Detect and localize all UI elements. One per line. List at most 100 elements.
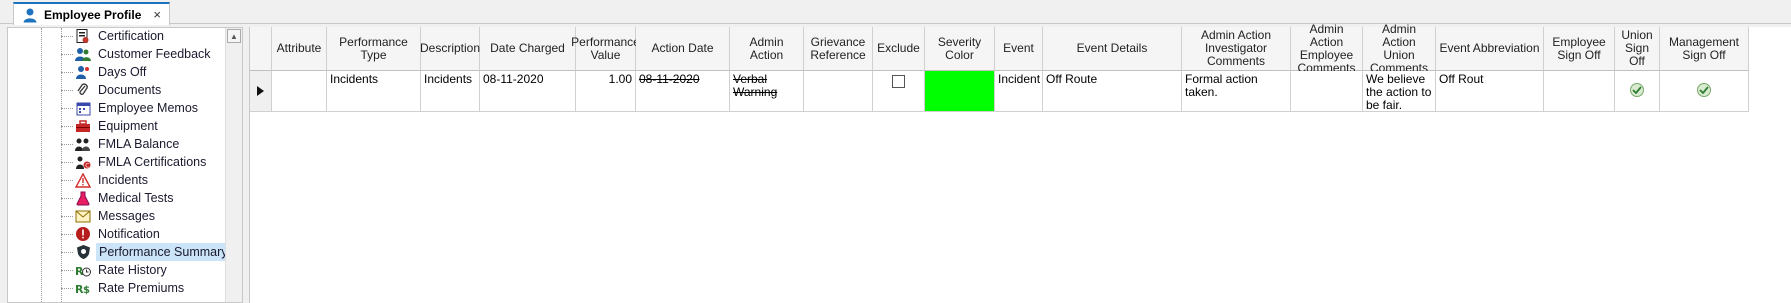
paperclip-icon xyxy=(75,82,91,98)
scroll-up-icon[interactable]: ▲ xyxy=(227,29,241,43)
tree-connector xyxy=(61,125,73,127)
row-pointer-icon xyxy=(257,86,264,96)
cell-employee-comments[interactable] xyxy=(1291,71,1363,112)
tree-item-label: Notification xyxy=(98,227,160,241)
tree-item-notification[interactable]: Notification xyxy=(61,225,162,243)
tab-employee-profile[interactable]: Employee Profile × xyxy=(13,2,170,25)
tree-item-fmla-balance[interactable]: FMLA Balance xyxy=(61,135,181,153)
warning-icon xyxy=(75,172,91,188)
column-header[interactable]: Event xyxy=(995,27,1043,71)
tree-item-label: Days Off xyxy=(98,65,147,79)
tree-item-label: FMLA Certifications xyxy=(98,155,207,169)
tab-strip: Employee Profile × xyxy=(0,0,1791,25)
calendar-icon xyxy=(75,100,91,116)
cell-event-abbreviation[interactable]: Off Rout xyxy=(1436,71,1544,112)
tree-item-label: Rate History xyxy=(98,263,167,277)
cell-event-details[interactable]: Off Route xyxy=(1043,71,1182,112)
row-selector[interactable] xyxy=(250,71,272,112)
performance-grid: Attribute Performance Type Description Date… xyxy=(249,22,1791,303)
certification-icon xyxy=(75,28,91,44)
tree-item-days-off[interactable]: Days Off xyxy=(61,63,148,81)
cell-action-date[interactable]: 08-11-2020 xyxy=(636,71,730,112)
tree-connector xyxy=(61,71,73,73)
envelope-icon xyxy=(75,208,91,224)
column-header[interactable]: Performance Value xyxy=(571,27,640,71)
checkmark-icon xyxy=(1630,83,1644,97)
tree-scrollbar[interactable]: ▲ xyxy=(225,28,242,302)
tree-panel: Certification Customer Feedback Days Off Do… xyxy=(7,27,243,303)
column-header[interactable]: Severity Color xyxy=(925,27,995,71)
tree-item-documents[interactable]: Documents xyxy=(61,81,163,99)
tree-connector xyxy=(61,197,73,199)
cell-exclude[interactable] xyxy=(873,71,925,112)
tree-item-fmla-certifications[interactable]: C FMLA Certifications xyxy=(61,153,208,171)
flask-icon xyxy=(75,190,91,206)
tree-connector xyxy=(61,161,73,163)
family-icon xyxy=(75,136,91,152)
tree-item-performance-summary[interactable]: Performance Summary xyxy=(61,243,231,261)
close-icon[interactable]: × xyxy=(153,7,161,22)
tree-item-incidents[interactable]: Incidents xyxy=(61,171,150,189)
tree-item-employee-memos[interactable]: Employee Memos xyxy=(61,99,200,117)
cell-performance-value[interactable]: 1.00 xyxy=(576,71,636,112)
cell-union-sign-off[interactable] xyxy=(1615,71,1660,112)
tree-item-label: Documents xyxy=(98,83,162,97)
svg-text:C: C xyxy=(85,162,89,169)
checkmark-icon xyxy=(1697,83,1711,97)
column-header[interactable]: Performance Type xyxy=(327,27,421,71)
tree-item-label: Customer Feedback xyxy=(98,47,211,61)
tree-item-medical-tests[interactable]: Medical Tests xyxy=(61,189,176,207)
cell-grievance-reference[interactable] xyxy=(804,71,873,112)
tree-item-customer-feedback[interactable]: Customer Feedback xyxy=(61,45,213,63)
cell-date-charged[interactable]: 08-11-2020 xyxy=(480,71,576,112)
tab-title: Employee Profile xyxy=(44,7,142,22)
column-header[interactable]: Admin Action Union Comments xyxy=(1363,22,1436,74)
tree-connector xyxy=(61,269,73,271)
toolbox-icon xyxy=(75,118,91,134)
column-header[interactable]: Date Charged xyxy=(480,27,576,71)
tree-item-rate-premiums[interactable]: R $ Rate Premiums xyxy=(61,279,186,297)
column-header[interactable]: Action Date xyxy=(636,27,730,71)
tree-item-equipment[interactable]: Equipment xyxy=(61,117,160,135)
column-header[interactable]: Description xyxy=(420,27,480,71)
column-header[interactable]: Event Details xyxy=(1043,27,1182,71)
column-header[interactable]: Admin Action xyxy=(730,27,804,71)
column-header[interactable]: Event Abbreviation xyxy=(1436,27,1544,71)
tree-connector xyxy=(61,53,73,55)
cell-employee-sign-off[interactable] xyxy=(1544,71,1615,112)
person-icon xyxy=(22,7,38,23)
column-header[interactable]: Employee Sign Off xyxy=(1544,27,1615,71)
cell-event[interactable]: Incident xyxy=(995,71,1043,112)
alert-icon xyxy=(75,226,91,242)
cell-description[interactable]: Incidents xyxy=(421,71,480,112)
tree-item-certification[interactable]: Certification xyxy=(61,28,166,45)
cell-admin-action[interactable]: Verbal Warning xyxy=(730,71,804,112)
column-header[interactable]: Exclude xyxy=(873,27,925,71)
column-header[interactable]: Admin Action Employee Comments xyxy=(1291,22,1363,74)
column-header[interactable]: Union Sign Off xyxy=(1615,27,1660,71)
cell-severity-color[interactable] xyxy=(925,71,995,112)
tree-connector xyxy=(61,233,73,235)
exclude-checkbox[interactable] xyxy=(892,75,905,88)
svg-text:$: $ xyxy=(83,285,90,296)
tree-connector xyxy=(61,35,73,37)
cell-management-sign-off[interactable] xyxy=(1660,71,1749,112)
family-cert-icon: C xyxy=(75,154,91,170)
tree-connector xyxy=(61,215,73,217)
tree-item-label: Certification xyxy=(98,29,164,43)
tree-item-label: Medical Tests xyxy=(98,191,174,205)
cell-investigator-comments[interactable]: Formal action taken. xyxy=(1182,71,1291,112)
column-header[interactable]: Grievance Reference xyxy=(804,27,873,71)
column-header[interactable]: Admin Action Investigator Comments xyxy=(1182,27,1291,71)
cell-attribute[interactable] xyxy=(272,71,327,112)
column-header[interactable]: Attribute xyxy=(272,27,327,71)
tree-item-label: Incidents xyxy=(98,173,149,187)
tree-connector xyxy=(61,143,73,145)
tree-item-messages[interactable]: Messages xyxy=(61,207,157,225)
tree-connector xyxy=(61,89,73,91)
cell-performance-type[interactable]: Incidents xyxy=(327,71,421,112)
tree-connector xyxy=(61,251,73,253)
column-header[interactable]: Management Sign Off xyxy=(1660,27,1749,71)
tree-item-rate-history[interactable]: R Rate History xyxy=(61,261,169,279)
cell-union-comments[interactable]: We believe the action to be fair. xyxy=(1363,71,1436,112)
